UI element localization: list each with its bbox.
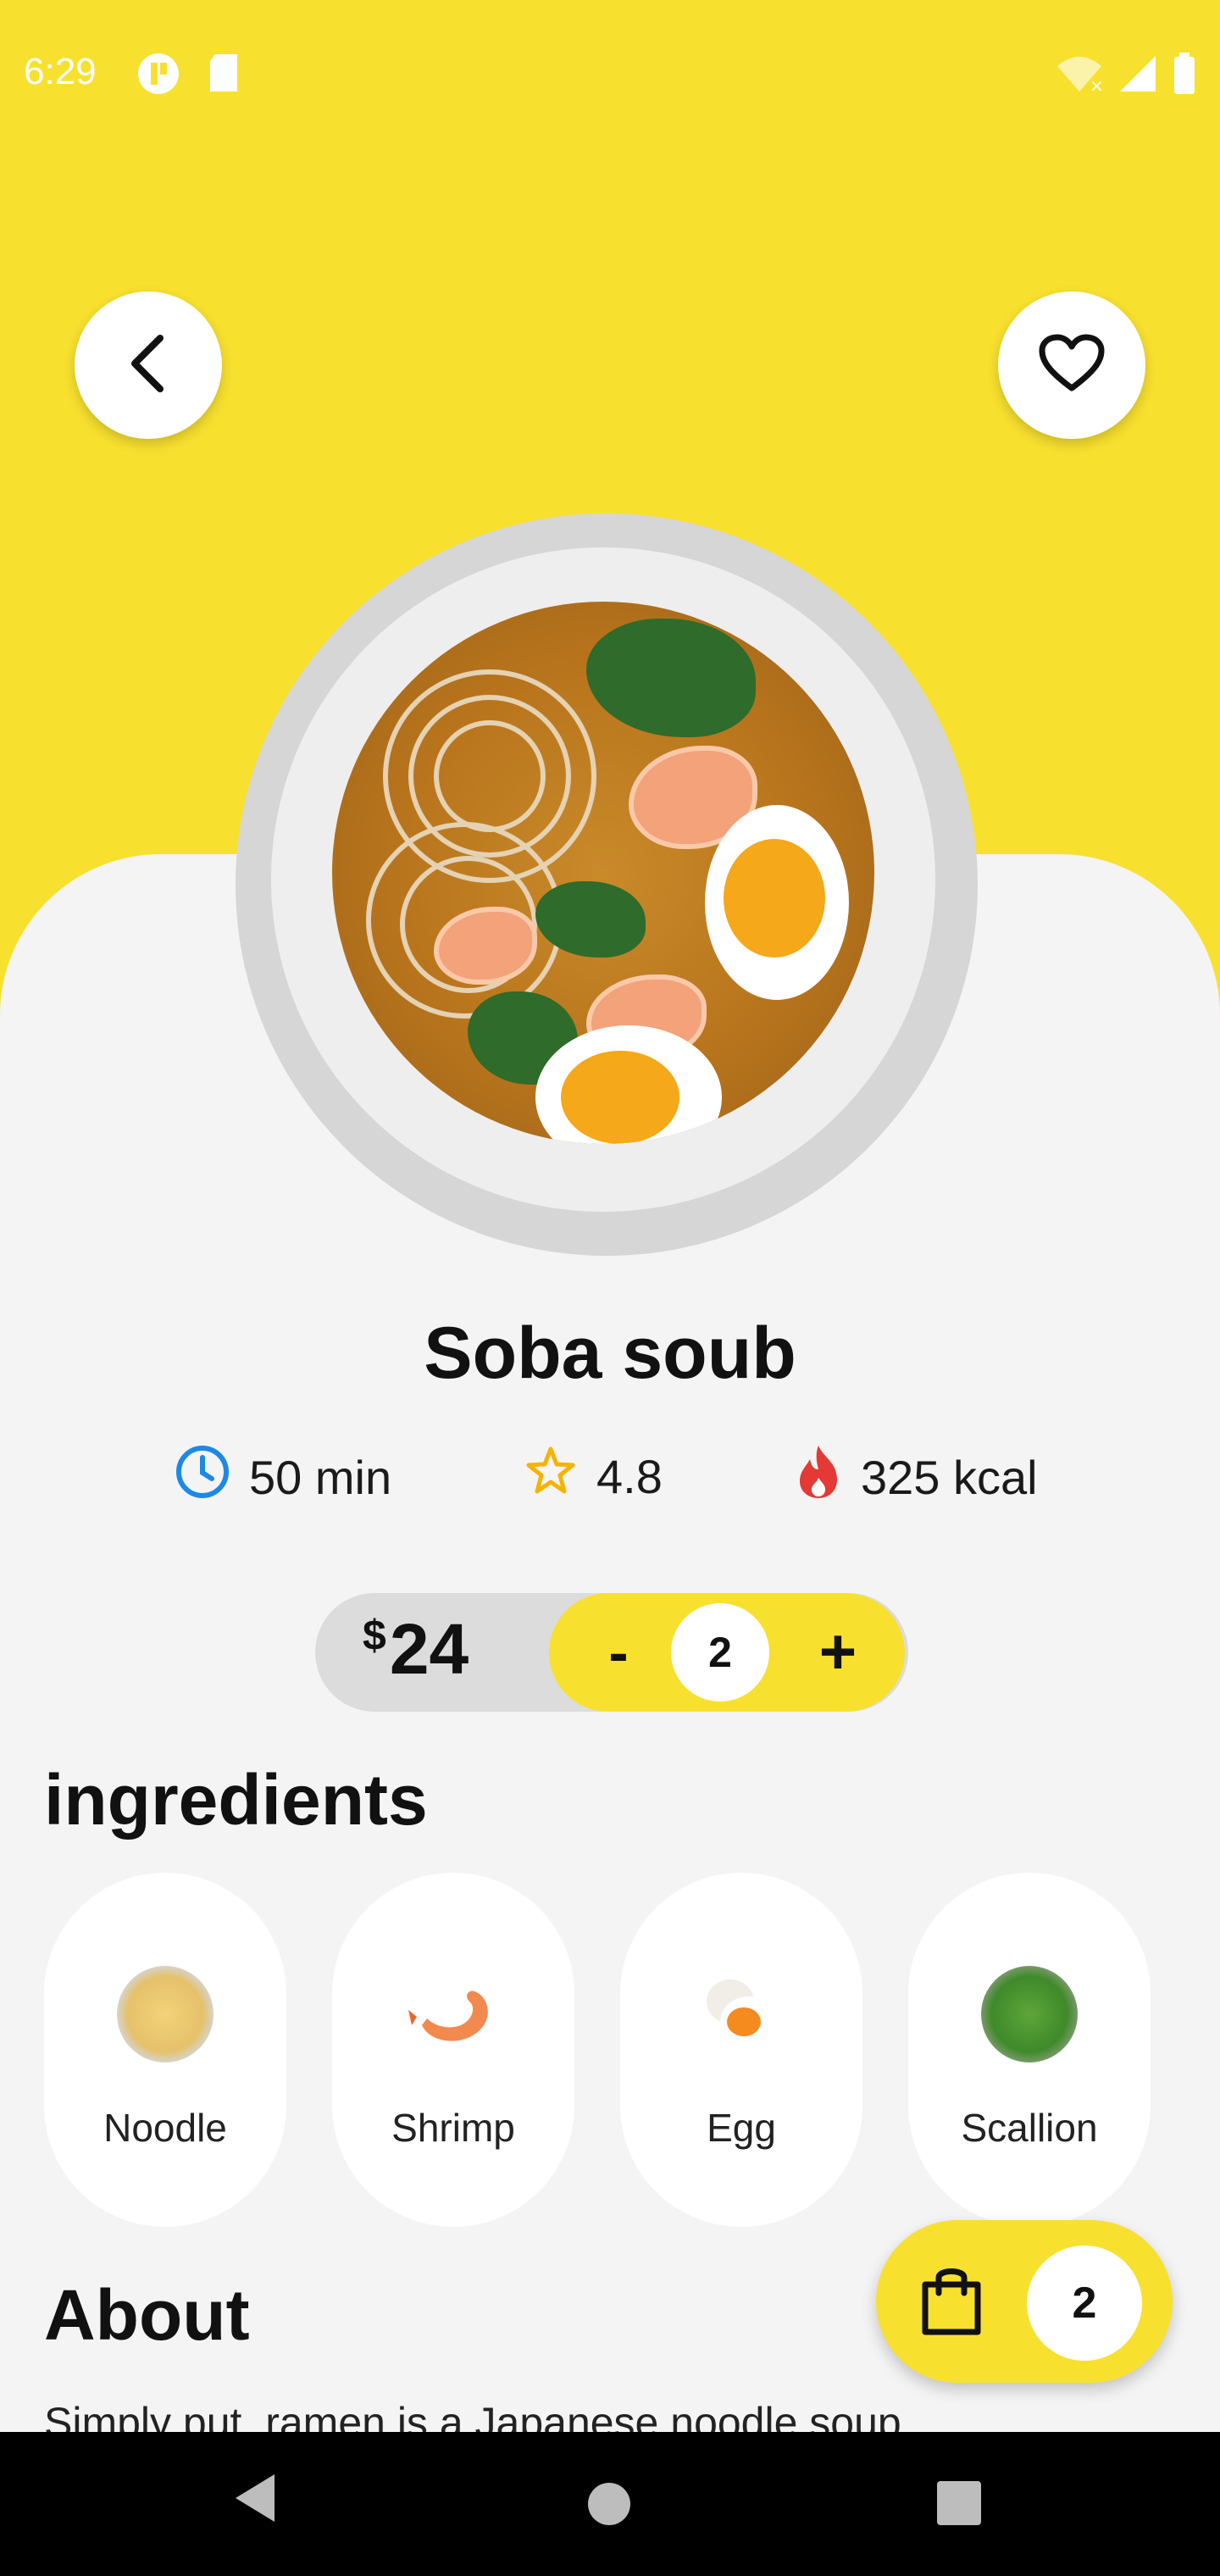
shopping-bag-icon (920, 2264, 983, 2341)
increase-button[interactable]: + (808, 1610, 868, 1695)
stat-time: 50 min (175, 1444, 391, 1511)
wifi-off-icon: × (1056, 54, 1104, 97)
battery-icon (1173, 53, 1196, 99)
price: $24 (363, 1608, 469, 1690)
stat-calories-label: 325 kcal (861, 1451, 1038, 1504)
stat-rating-label: 4.8 (596, 1450, 663, 1503)
ingredient-label: Scallion (961, 2106, 1098, 2150)
dish-image (236, 514, 978, 1256)
quantity-value: 2 (671, 1603, 769, 1702)
sd-card-icon (207, 53, 241, 99)
stat-calories: 325 kcal (795, 1444, 1038, 1511)
ingredient-label: Egg (707, 2106, 776, 2150)
ingredient-card-shrimp[interactable]: Shrimp (332, 1873, 574, 2227)
noodle-image (117, 1966, 214, 2062)
status-time: 6:29 (24, 51, 97, 92)
scallion-image (981, 1966, 1078, 2062)
currency-symbol: $ (363, 1612, 386, 1659)
fire-icon (795, 1444, 842, 1511)
cart-count-badge: 2 (1027, 2246, 1142, 2361)
app-icon (137, 53, 180, 99)
ingredient-card-egg[interactable]: Egg (620, 1873, 862, 2227)
nav-back-button[interactable] (230, 2471, 281, 2529)
ingredients-title: ingredients (44, 1760, 428, 1840)
signal-icon (1118, 54, 1157, 97)
ingredient-label: Shrimp (391, 2106, 515, 2150)
star-icon (524, 1444, 578, 1509)
svg-text:×: × (1090, 75, 1103, 93)
ingredient-label: Noodle (103, 2106, 227, 2150)
status-icons: × (1056, 53, 1196, 99)
chevron-left-icon (123, 333, 174, 398)
ingredient-card-noodle[interactable]: Noodle (44, 1873, 286, 2227)
favorite-button[interactable] (998, 291, 1145, 439)
shrimp-image (405, 1966, 502, 2062)
about-title: About (44, 2275, 250, 2355)
clock-icon (175, 1444, 230, 1511)
egg-image (693, 1966, 790, 2062)
price-value: 24 (389, 1609, 469, 1689)
ingredient-card-scallion[interactable]: Scallion (908, 1873, 1151, 2227)
nav-recents-button[interactable] (935, 2479, 983, 2531)
back-button[interactable] (75, 291, 222, 439)
nav-home-button[interactable] (586, 2481, 632, 2531)
stat-rating: 4.8 (524, 1444, 663, 1509)
dish-title: Soba soub (424, 1313, 796, 1394)
stat-time-label: 50 min (249, 1451, 392, 1504)
decrease-button[interactable]: - (593, 1610, 644, 1695)
heart-outline-icon (1039, 334, 1105, 397)
